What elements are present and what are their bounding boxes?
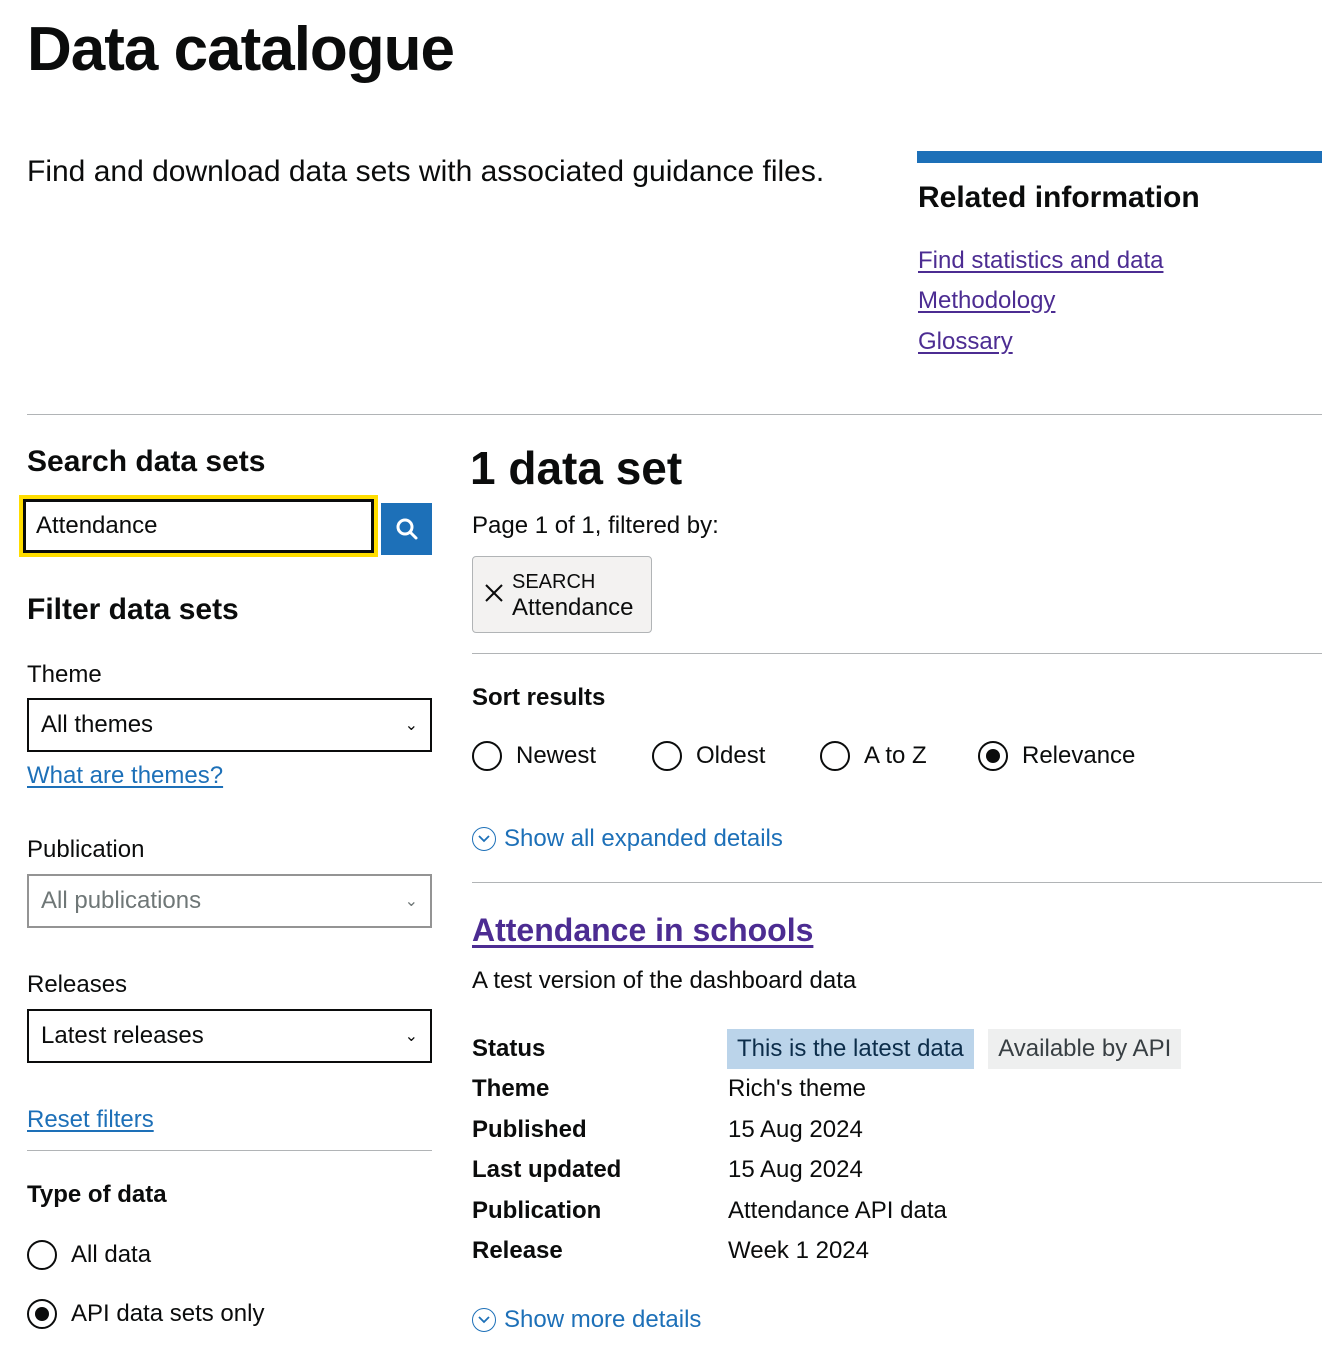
chevron-circle-icon bbox=[472, 827, 496, 851]
theme-label: Theme bbox=[27, 661, 102, 688]
show-more-details-label: Show more details bbox=[504, 1306, 702, 1333]
show-more-details-link[interactable]: Show more details bbox=[472, 1306, 701, 1334]
term-status: Status bbox=[472, 1035, 546, 1062]
sort-radio-label: Newest bbox=[516, 742, 597, 769]
theme-select[interactable]: All themes ⌄ bbox=[27, 698, 432, 752]
show-all-expanded-label: Show all expanded details bbox=[504, 825, 783, 852]
status-tags: This is the latest data Available by API bbox=[727, 1029, 1182, 1069]
status-badge-api: Available by API bbox=[988, 1029, 1182, 1069]
type-of-data-heading: Type of data bbox=[27, 1181, 167, 1208]
value-last-updated: 15 Aug 2024 bbox=[728, 1156, 863, 1183]
term-release: Release bbox=[472, 1237, 563, 1264]
theme-select-value: All themes bbox=[41, 711, 154, 738]
sort-radio-label: Relevance bbox=[1022, 742, 1136, 769]
related-link-methodology[interactable]: Methodology bbox=[918, 286, 1055, 316]
radio-circle[interactable] bbox=[652, 741, 682, 771]
status-badge-latest: This is the latest data bbox=[727, 1029, 974, 1069]
term-publication: Publication bbox=[472, 1197, 602, 1224]
type-radio-label: All data bbox=[71, 1241, 152, 1268]
publication-label: Publication bbox=[27, 836, 145, 863]
results-divider bbox=[472, 653, 1322, 654]
value-publication: Attendance API data bbox=[728, 1197, 947, 1224]
show-all-expanded-details-link[interactable]: Show all expanded details bbox=[472, 825, 783, 853]
page-lead: Find and download data sets with associa… bbox=[27, 155, 825, 188]
filter-heading: Filter data sets bbox=[27, 593, 239, 626]
radio-circle[interactable] bbox=[820, 741, 850, 771]
what-are-themes-link[interactable]: What are themes? bbox=[27, 761, 223, 791]
value-published: 15 Aug 2024 bbox=[728, 1116, 863, 1143]
value-release: Week 1 2024 bbox=[728, 1237, 869, 1264]
results-count-heading: 1 data set bbox=[470, 442, 683, 494]
radio-dot bbox=[986, 749, 1000, 763]
page-title: Data catalogue bbox=[27, 15, 455, 84]
radio-circle[interactable] bbox=[472, 741, 502, 771]
chevron-down-icon: ⌄ bbox=[404, 1028, 418, 1045]
related-link-glossary[interactable]: Glossary bbox=[918, 327, 1013, 357]
dataset-title-link[interactable]: Attendance in schools bbox=[472, 910, 813, 950]
search-field[interactable] bbox=[19, 495, 378, 557]
sort-heading: Sort results bbox=[472, 684, 606, 711]
releases-label: Releases bbox=[27, 971, 128, 998]
term-last-updated: Last updated bbox=[472, 1156, 622, 1183]
related-info-bar bbox=[917, 151, 1322, 163]
term-theme: Theme bbox=[472, 1075, 550, 1102]
publication-select-value: All publications bbox=[41, 887, 202, 914]
dataset-divider bbox=[472, 882, 1322, 883]
search-button[interactable] bbox=[381, 503, 432, 555]
sort-radio-oldest[interactable]: Oldest bbox=[652, 741, 765, 771]
releases-select-value: Latest releases bbox=[41, 1022, 204, 1049]
reset-filters-link[interactable]: Reset filters bbox=[27, 1105, 154, 1135]
radio-circle-selected[interactable] bbox=[978, 741, 1008, 771]
search-icon bbox=[396, 518, 417, 540]
filters-divider bbox=[27, 1150, 432, 1151]
radio-circle[interactable] bbox=[27, 1240, 57, 1270]
page-info: Page 1 of 1, filtered by: bbox=[472, 512, 719, 539]
chevron-down-icon: ⌄ bbox=[404, 717, 418, 734]
sort-radio-label: A to Z bbox=[864, 742, 927, 769]
close-icon bbox=[485, 584, 503, 602]
remove-search-filter-button[interactable]: SEARCH Attendance bbox=[472, 556, 652, 633]
chevron-down-icon: ⌄ bbox=[404, 893, 418, 910]
radio-dot bbox=[35, 1307, 49, 1321]
related-info-title: Related information bbox=[918, 181, 1200, 214]
type-radio-api-only[interactable]: API data sets only bbox=[27, 1299, 264, 1329]
term-published: Published bbox=[472, 1116, 587, 1143]
sort-radio-newest[interactable]: Newest bbox=[472, 741, 596, 771]
filter-tag-value: Attendance bbox=[512, 594, 634, 621]
type-radio-label: API data sets only bbox=[71, 1300, 265, 1327]
sort-radio-relevance[interactable]: Relevance bbox=[978, 741, 1135, 771]
section-divider bbox=[27, 414, 1322, 415]
publication-select[interactable]: All publications ⌄ bbox=[27, 874, 432, 928]
search-input[interactable] bbox=[26, 502, 371, 550]
type-radio-all-data[interactable]: All data bbox=[27, 1240, 151, 1270]
chevron-circle-icon bbox=[472, 1308, 496, 1332]
sort-radio-a-to-z[interactable]: A to Z bbox=[820, 741, 927, 771]
related-link-find-statistics[interactable]: Find statistics and data bbox=[918, 246, 1163, 276]
value-theme: Rich's theme bbox=[728, 1075, 866, 1102]
radio-circle-selected[interactable] bbox=[27, 1299, 57, 1329]
releases-select[interactable]: Latest releases ⌄ bbox=[27, 1009, 432, 1063]
dataset-summary: A test version of the dashboard data bbox=[472, 967, 857, 994]
sort-radio-label: Oldest bbox=[696, 742, 766, 769]
search-heading: Search data sets bbox=[27, 445, 266, 478]
filter-tag-key: SEARCH bbox=[512, 571, 596, 593]
